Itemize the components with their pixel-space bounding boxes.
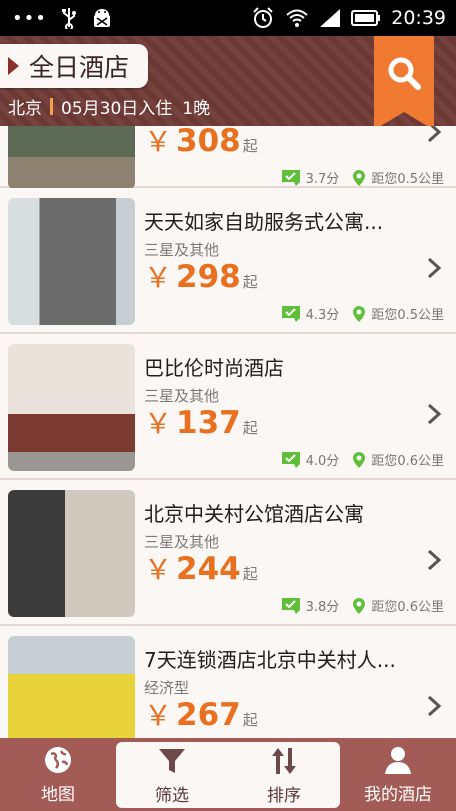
wifi-icon xyxy=(286,9,308,27)
nav-sort-label: 排序 xyxy=(267,785,301,806)
nav-my-hotels-label: 我的酒店 xyxy=(364,785,432,805)
chevron-right-icon xyxy=(427,403,442,425)
alarm-icon xyxy=(253,7,273,28)
location-pin-icon xyxy=(353,597,366,614)
hotel-meta: 4.3分 距您0.5公里 xyxy=(281,304,444,323)
nights-count: 1晚 xyxy=(182,99,211,119)
nav-sort[interactable]: 排序 xyxy=(228,742,340,808)
clock: 20:39 xyxy=(391,7,446,29)
city-label: 北京 xyxy=(8,99,42,119)
location-pin-icon xyxy=(353,305,366,322)
signal-icon xyxy=(320,9,341,27)
hotel-price: ￥ 267 起 xyxy=(144,697,258,733)
page-title: 全日酒店 xyxy=(29,53,130,82)
nav-filter[interactable]: 筛选 xyxy=(116,742,228,808)
hotel-meta: 3.7分 距您0.5公里 xyxy=(281,168,444,187)
hotel-meta: 3.8分 距您0.6公里 xyxy=(281,596,444,615)
chevron-right-icon xyxy=(427,549,442,571)
rating-check-icon xyxy=(281,451,300,468)
hotel-card[interactable]: 北京中关村公馆酒店公寓 三星及其他 ￥ 244 起 3.8分 距您0.6公里 xyxy=(0,480,456,626)
rating-check-icon xyxy=(281,169,300,186)
bottom-nav: 地图 筛选 排序 我的酒店 xyxy=(0,738,456,811)
hotel-price: ￥ 298 起 xyxy=(144,259,258,295)
rating-check-icon xyxy=(281,305,300,322)
nav-map-label: 地图 xyxy=(41,785,75,805)
hotel-name: 天天如家自助服务式公寓... xyxy=(144,210,384,234)
title-arrow-icon xyxy=(8,57,19,75)
search-button[interactable] xyxy=(374,36,434,130)
more-dots-icon: ••• xyxy=(12,7,47,29)
usb-icon xyxy=(61,8,76,29)
hotel-list[interactable]: ￥ 308 起 3.7分 距您0.5公里 天天如家自助服务式公寓... 三星及其他 … xyxy=(0,126,456,738)
hotel-photo xyxy=(8,126,135,189)
hotel-photo xyxy=(8,490,135,617)
filter-icon xyxy=(159,748,185,773)
hotel-name: 北京中关村公馆酒店公寓 xyxy=(144,502,364,526)
hotel-photo xyxy=(8,198,135,325)
status-bar: ••• 20:39 xyxy=(0,0,456,36)
android-debug-icon xyxy=(93,9,110,27)
chevron-right-icon xyxy=(427,257,442,279)
hotel-card[interactable]: 天天如家自助服务式公寓... 三星及其他 ￥ 298 起 4.3分 距您0.5公里 xyxy=(0,188,456,334)
hotel-type-switch[interactable]: 全日酒店 xyxy=(0,44,148,88)
separator xyxy=(50,98,53,115)
nav-my-hotels[interactable]: 我的酒店 xyxy=(340,738,456,811)
hotel-meta: 4.0分 距您0.6公里 xyxy=(281,450,444,469)
hotel-price: ￥ 244 起 xyxy=(144,551,258,587)
hotel-card[interactable]: 7天连锁酒店北京中关村人... 经济型 ￥ 267 起 xyxy=(0,626,456,738)
chevron-right-icon xyxy=(427,695,442,717)
hotel-price: ￥ 137 起 xyxy=(144,405,258,441)
battery-icon xyxy=(351,10,381,26)
checkin-date: 05月30日入住 xyxy=(61,99,173,119)
hotel-price: ￥ 308 起 xyxy=(144,126,258,159)
nav-map[interactable]: 地图 xyxy=(0,738,116,811)
search-conditions[interactable]: 北京 05月30日入住 1晚 xyxy=(8,94,210,119)
hotel-card[interactable]: ￥ 308 起 3.7分 距您0.5公里 xyxy=(0,126,456,189)
nav-center-group: 筛选 排序 xyxy=(116,742,340,808)
hotel-name: 巴比伦时尚酒店 xyxy=(144,356,284,380)
hotel-photo xyxy=(8,636,135,738)
user-icon xyxy=(385,747,411,774)
location-pin-icon xyxy=(353,169,366,186)
globe-icon xyxy=(45,747,71,773)
location-pin-icon xyxy=(353,451,366,468)
hotel-card[interactable]: 巴比伦时尚酒店 三星及其他 ￥ 137 起 4.0分 距您0.6公里 xyxy=(0,334,456,480)
nav-filter-label: 筛选 xyxy=(155,785,189,806)
chevron-right-icon xyxy=(427,126,442,143)
hotel-photo xyxy=(8,344,135,471)
hotel-name: 7天连锁酒店北京中关村人... xyxy=(144,648,396,672)
rating-check-icon xyxy=(281,597,300,614)
app-header: 全日酒店 北京 05月30日入住 1晚 xyxy=(0,36,456,130)
sort-icon xyxy=(272,747,296,774)
